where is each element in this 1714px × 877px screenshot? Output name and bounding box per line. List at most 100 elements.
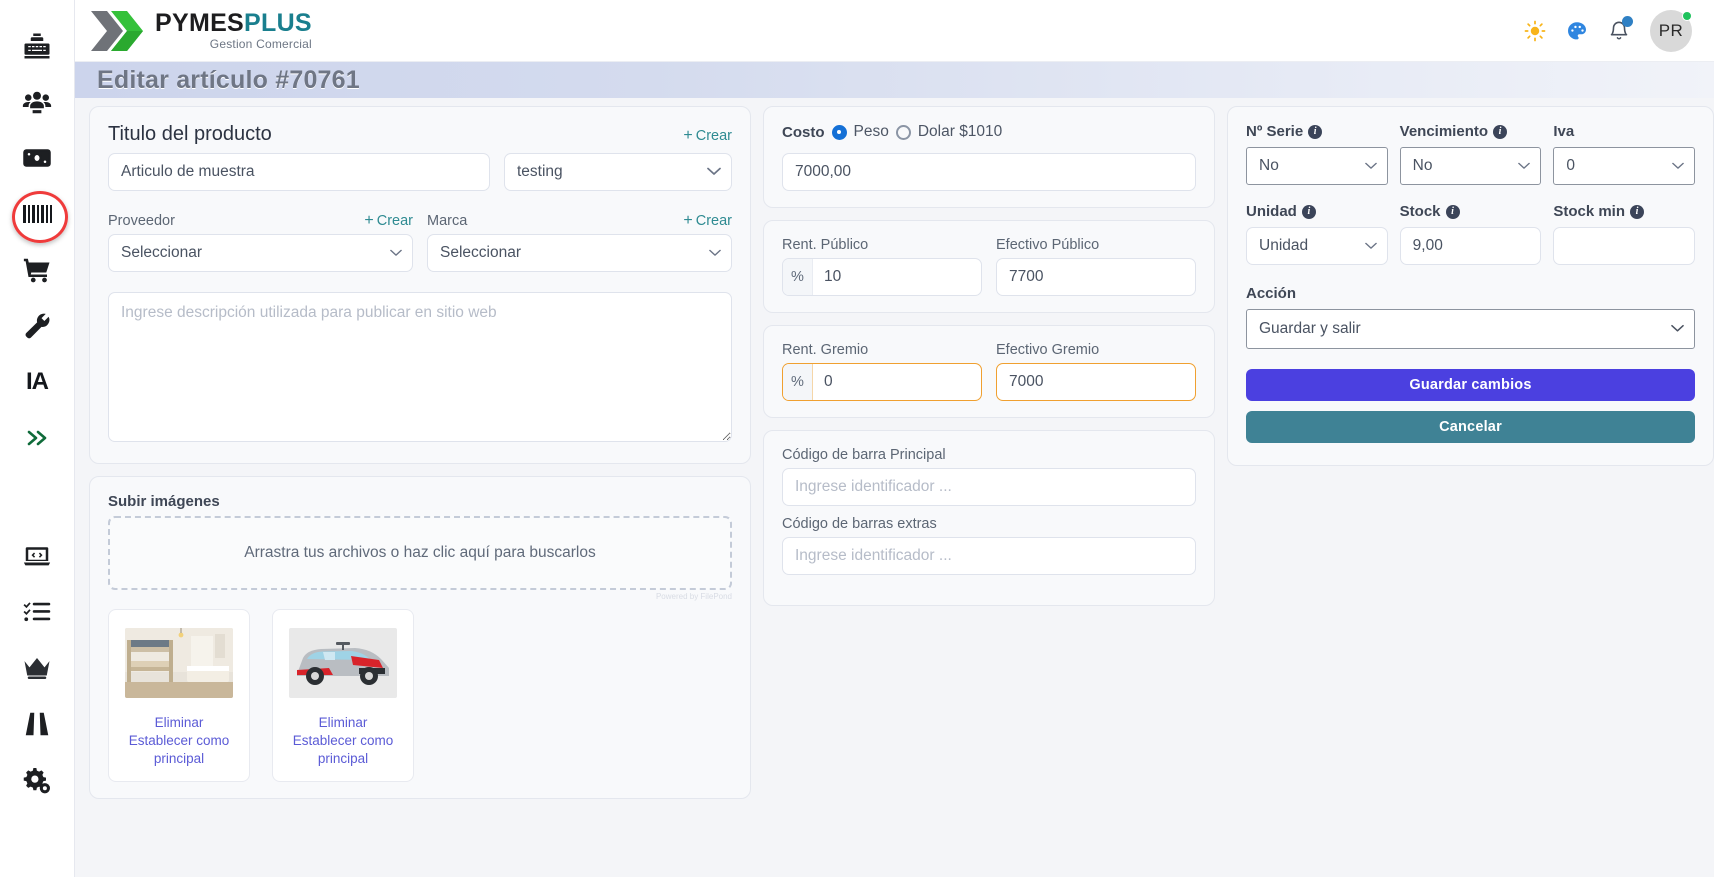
percent-sign: % xyxy=(783,259,813,295)
left-column: Titulo del producto + Crear xyxy=(89,106,751,877)
set-main-image-link[interactable]: Establecer como principal xyxy=(117,732,241,768)
info-icon[interactable]: i xyxy=(1302,205,1316,219)
sidebar-item-checklist[interactable] xyxy=(9,584,65,640)
sidebar-item-ia[interactable]: IA xyxy=(9,354,65,410)
serie-label: Nº Serie xyxy=(1246,123,1303,140)
set-main-image-link[interactable]: Establecer como principal xyxy=(281,732,405,768)
iva-label: Iva xyxy=(1553,123,1574,140)
brand-tagline: Gestion Comercial xyxy=(155,38,312,50)
cost-label: Costo xyxy=(782,124,825,141)
brand-label: Marca xyxy=(427,213,467,229)
crown-icon xyxy=(22,655,52,681)
sidebar-item-money[interactable] xyxy=(9,130,65,186)
app-root: IA xyxy=(0,0,1714,877)
info-icon[interactable]: i xyxy=(1446,205,1460,219)
delete-image-link[interactable]: Eliminar xyxy=(117,714,241,732)
middle-column: Costo Peso Dolar $1010 Rent. Público % xyxy=(763,106,1215,877)
product-description-textarea[interactable] xyxy=(108,292,732,442)
info-icon[interactable]: i xyxy=(1493,125,1507,139)
dropzone-text: Arrastra tus archivos o haz clic aquí pa… xyxy=(244,544,596,562)
images-card: Subir imágenes Arrastra tus archivos o h… xyxy=(89,476,751,799)
bell-icon[interactable] xyxy=(1608,20,1630,42)
barcode-principal-input[interactable] xyxy=(782,468,1196,506)
vencimiento-label: Vencimiento xyxy=(1400,123,1488,140)
rent-publico-label: Rent. Público xyxy=(782,237,982,253)
rent-gremio-input[interactable] xyxy=(813,364,981,400)
palette-icon[interactable] xyxy=(1566,20,1588,42)
laptop-code-icon xyxy=(22,541,52,571)
cancel-button[interactable]: Cancelar xyxy=(1246,411,1695,443)
barcodes-card: Código de barra Principal Código de barr… xyxy=(763,430,1215,606)
provider-select[interactable] xyxy=(108,234,413,272)
barcode-extras-label: Código de barras extras xyxy=(782,516,1196,532)
gremio-price-card: Rent. Gremio % Efectivo Gremio xyxy=(763,325,1215,418)
percent-sign: % xyxy=(783,364,813,400)
rally-car-image xyxy=(289,628,397,698)
unidad-select[interactable] xyxy=(1246,227,1388,265)
sidebar-item-crown[interactable] xyxy=(9,640,65,696)
create-category-button[interactable]: + Crear xyxy=(683,128,732,144)
delete-image-link[interactable]: Eliminar xyxy=(281,714,405,732)
sidebar-item-road[interactable] xyxy=(9,696,65,752)
stock-min-input[interactable] xyxy=(1553,227,1695,265)
road-icon xyxy=(22,709,52,739)
attributes-panel: Nº Serie i Vencimiento i xyxy=(1227,106,1714,466)
sidebar-item-barcode[interactable] xyxy=(9,186,65,242)
vencimiento-select[interactable] xyxy=(1400,147,1542,185)
currency-peso-radio[interactable] xyxy=(832,125,847,140)
efectivo-publico-input[interactable] xyxy=(996,258,1196,296)
cost-card: Costo Peso Dolar $1010 xyxy=(763,106,1215,208)
upload-images-label: Subir imágenes xyxy=(108,493,220,510)
barcode-extras-input[interactable] xyxy=(782,537,1196,575)
efectivo-gremio-input[interactable] xyxy=(996,363,1196,401)
sidebar-item-laptop-code[interactable] xyxy=(9,528,65,584)
brand-select[interactable] xyxy=(427,234,732,272)
plus-icon: + xyxy=(364,213,373,229)
public-price-card: Rent. Público % Efectivo Público xyxy=(763,220,1215,313)
image-dropzone[interactable]: Arrastra tus archivos o haz clic aquí pa… xyxy=(108,516,732,590)
main-area: PYMESPLUS Gestion Comercial xyxy=(75,0,1714,877)
users-icon xyxy=(22,87,52,117)
currency-dolar-label: Dolar $1010 xyxy=(918,123,1002,141)
product-category-select[interactable] xyxy=(504,153,732,191)
sidebar-item-expand[interactable] xyxy=(9,410,65,466)
info-icon[interactable]: i xyxy=(1308,125,1322,139)
stock-label: Stock xyxy=(1400,203,1441,220)
save-changes-button[interactable]: Guardar cambios xyxy=(1246,369,1695,401)
wrench-icon xyxy=(22,311,52,341)
image-thumbnail: Eliminar Establecer como principal xyxy=(272,609,414,782)
sun-icon[interactable] xyxy=(1524,20,1546,42)
attributes-row-1: Nº Serie i Vencimiento i xyxy=(1246,123,1695,185)
sidebar-item-cash-register[interactable] xyxy=(9,18,65,74)
sidebar: IA xyxy=(0,0,75,877)
plus-icon: + xyxy=(683,213,692,229)
iva-select[interactable] xyxy=(1553,147,1695,185)
create-brand-button[interactable]: + Crear xyxy=(683,213,732,229)
create-brand-label: Crear xyxy=(696,213,732,229)
provider-label: Proveedor xyxy=(108,213,175,229)
avatar[interactable]: PR xyxy=(1650,10,1692,52)
product-name-input[interactable] xyxy=(108,153,490,191)
info-icon[interactable]: i xyxy=(1630,205,1644,219)
bell-badge xyxy=(1622,16,1633,27)
stock-input[interactable] xyxy=(1400,227,1542,265)
sidebar-item-wrench[interactable] xyxy=(9,298,65,354)
cost-input[interactable] xyxy=(782,153,1196,191)
ia-icon: IA xyxy=(26,368,48,396)
accion-select[interactable] xyxy=(1246,309,1695,349)
page-title: Editar artículo #70761 xyxy=(97,66,360,95)
currency-peso-label: Peso xyxy=(854,123,889,141)
currency-dolar-radio[interactable] xyxy=(896,125,911,140)
efectivo-gremio-label: Efectivo Gremio xyxy=(996,342,1196,358)
right-column: Nº Serie i Vencimiento i xyxy=(1227,106,1714,877)
brand-logo[interactable]: PYMESPLUS Gestion Comercial xyxy=(89,8,312,54)
sidebar-item-cart[interactable] xyxy=(9,242,65,298)
sidebar-item-settings[interactable] xyxy=(9,752,65,808)
rent-publico-input[interactable] xyxy=(813,259,981,295)
sidebar-item-users[interactable] xyxy=(9,74,65,130)
rent-gremio-group: % xyxy=(782,363,982,401)
serie-select[interactable] xyxy=(1246,147,1388,185)
create-provider-button[interactable]: + Crear xyxy=(364,213,413,229)
plus-icon: + xyxy=(683,128,692,144)
avatar-online-dot xyxy=(1682,11,1692,21)
